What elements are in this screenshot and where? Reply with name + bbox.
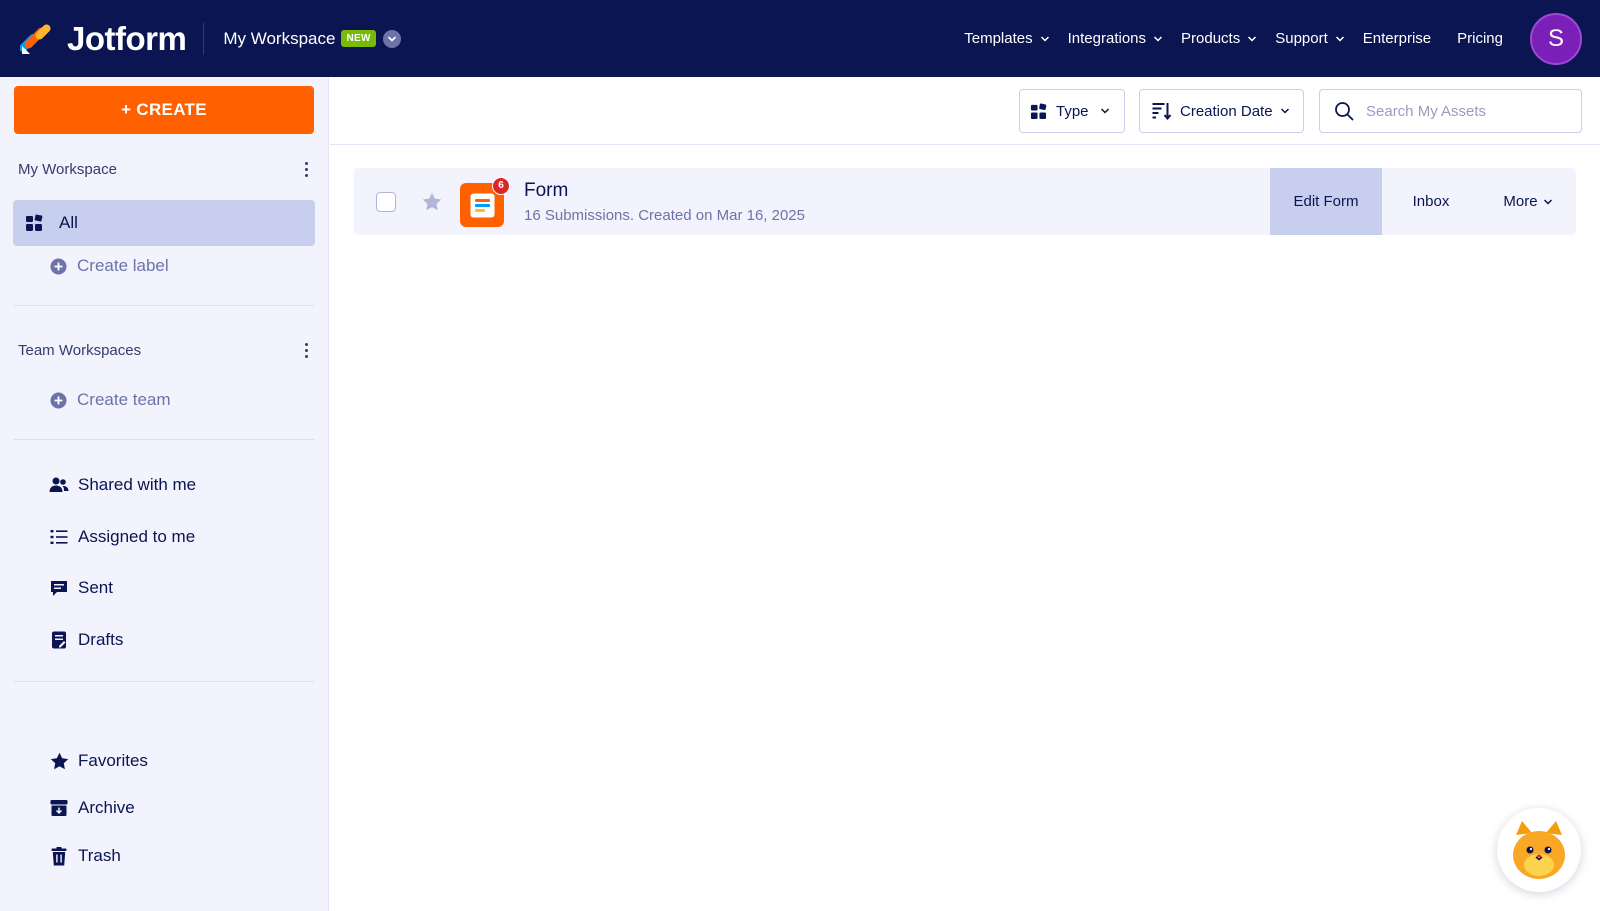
nav-pricing[interactable]: Pricing — [1457, 30, 1503, 47]
form-title[interactable]: Form — [524, 180, 805, 202]
chevron-down-icon — [1335, 34, 1345, 44]
select-checkbox[interactable] — [376, 191, 396, 212]
trash-icon — [48, 845, 70, 867]
search-input[interactable] — [1366, 102, 1566, 120]
create-team-text: Create team — [77, 390, 171, 409]
nav-templates[interactable]: Templates — [964, 30, 1049, 47]
create-team-link[interactable]: Create team — [50, 390, 171, 410]
create-button[interactable]: + CREATE — [14, 86, 314, 134]
edit-form-button[interactable]: Edit Form — [1270, 168, 1382, 235]
new-badge: NEW — [341, 30, 376, 47]
sidebar-item-trash[interactable]: Trash — [48, 845, 121, 867]
nav-support-label: Support — [1275, 30, 1328, 47]
nav-templates-label: Templates — [964, 30, 1033, 47]
sidebar-item-favorites[interactable]: Favorites — [48, 750, 148, 772]
chevron-down-icon — [1247, 34, 1257, 44]
sort-label: Creation Date — [1180, 102, 1273, 120]
grid-icon — [1030, 103, 1047, 119]
sidebar-item-all-label: All — [59, 213, 78, 232]
jotform-logo-icon — [20, 23, 51, 54]
sidebar-divider — [14, 681, 314, 682]
grid-icon — [26, 214, 43, 231]
type-filter-dropdown[interactable]: Type — [1019, 89, 1125, 133]
top-navigation-bar: Jotform My Workspace NEW Templates Integ… — [0, 0, 1600, 77]
nav-products-label: Products — [1181, 30, 1241, 47]
podo-assistant-button[interactable] — [1497, 808, 1581, 892]
more-button[interactable]: More — [1480, 168, 1576, 235]
my-workspace-header-label: My Workspace — [18, 161, 117, 178]
favorite-star-icon[interactable] — [422, 192, 442, 211]
more-button-label: More — [1503, 193, 1538, 210]
form-document-icon — [470, 193, 495, 217]
form-type-icon: 6 — [460, 176, 510, 227]
team-workspaces-header-label: Team Workspaces — [18, 342, 142, 359]
sent-message-icon — [48, 577, 70, 599]
form-list-item[interactable]: 6 Form 16 Submissions. Created on Mar 16… — [354, 168, 1576, 235]
sidebar-item-all[interactable]: All — [13, 200, 315, 246]
drafts-icon — [48, 629, 70, 651]
nav-products[interactable]: Products — [1181, 30, 1257, 47]
header-divider — [203, 22, 205, 55]
nav-integrations-label: Integrations — [1067, 30, 1147, 47]
shared-users-icon — [48, 474, 70, 496]
plus-circle-icon — [50, 258, 67, 274]
search-box — [1319, 89, 1582, 133]
plus-circle-icon — [50, 392, 67, 408]
sidebar-divider — [14, 305, 314, 306]
chevron-down-icon — [1543, 197, 1553, 207]
sidebar-item-label: Archive — [78, 798, 135, 817]
kebab-menu-icon[interactable] — [298, 162, 314, 177]
assigned-list-icon — [48, 526, 70, 548]
sidebar: + CREATE My Workspace All Create label T… — [0, 77, 329, 911]
chevron-down-icon — [1153, 34, 1163, 44]
sidebar-divider — [14, 439, 314, 440]
sidebar-item-label: Sent — [78, 578, 113, 597]
sidebar-item-drafts[interactable]: Drafts — [48, 629, 123, 651]
jotform-logo[interactable]: Jotform — [20, 0, 187, 77]
sidebar-item-assigned-to-me[interactable]: Assigned to me — [48, 526, 195, 548]
sidebar-item-label: Trash — [78, 846, 121, 865]
sidebar-item-label: Assigned to me — [78, 527, 196, 546]
user-avatar[interactable]: S — [1530, 12, 1582, 65]
assets-toolbar: Type Creation Date — [330, 77, 1600, 145]
chevron-down-icon — [1040, 34, 1050, 44]
chevron-down-icon — [1100, 106, 1110, 116]
unread-count-badge: 6 — [492, 176, 510, 195]
cat-mascot-icon — [1513, 821, 1565, 879]
chevron-down-icon — [1280, 106, 1290, 116]
search-icon — [1335, 102, 1354, 121]
sort-dropdown[interactable]: Creation Date — [1139, 89, 1304, 133]
my-workspace-section-header: My Workspace — [18, 161, 314, 178]
create-label-link[interactable]: Create label — [50, 256, 169, 276]
type-filter-label: Type — [1056, 102, 1089, 120]
sidebar-item-label: Shared with me — [78, 475, 197, 494]
nav-enterprise[interactable]: Enterprise — [1363, 30, 1431, 47]
nav-integrations[interactable]: Integrations — [1068, 30, 1163, 47]
sort-descending-icon — [1152, 103, 1172, 120]
logo-text: Jotform — [67, 19, 187, 57]
create-label-text: Create label — [77, 256, 169, 275]
form-info: Form 16 Submissions. Created on Mar 16, … — [524, 180, 805, 224]
sidebar-item-label: Drafts — [78, 630, 124, 649]
main-nav: Templates Integrations Products Support … — [964, 0, 1600, 77]
inbox-button[interactable]: Inbox — [1382, 168, 1480, 235]
assets-list: 6 Form 16 Submissions. Created on Mar 16… — [330, 146, 1600, 911]
kebab-menu-icon[interactable] — [298, 343, 314, 358]
team-workspaces-section-header: Team Workspaces — [18, 342, 314, 359]
sidebar-item-sent[interactable]: Sent — [48, 577, 113, 599]
workspace-title[interactable]: My Workspace — [223, 29, 335, 49]
sidebar-item-shared-with-me[interactable]: Shared with me — [48, 474, 196, 496]
nav-support[interactable]: Support — [1275, 30, 1345, 47]
sidebar-item-label: Favorites — [78, 751, 148, 770]
form-meta: 16 Submissions. Created on Mar 16, 2025 — [524, 206, 805, 224]
workspace-chevron-down-icon[interactable] — [382, 29, 401, 48]
form-row-actions: Edit Form Inbox More — [1270, 168, 1576, 235]
star-icon — [48, 750, 70, 772]
archive-icon — [48, 797, 70, 819]
sidebar-item-archive[interactable]: Archive — [48, 797, 135, 819]
